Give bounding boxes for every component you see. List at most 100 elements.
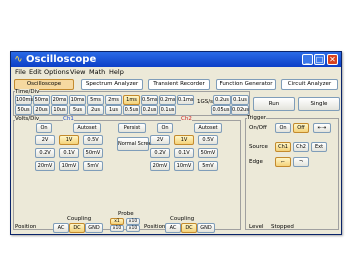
timebase-button[interactable]: 5us — [69, 105, 86, 115]
timebase-button[interactable]: 1ms — [123, 95, 140, 105]
menu-edit[interactable]: Edit — [29, 68, 42, 77]
probe-label: Probe — [118, 211, 134, 217]
ch2-volts-button[interactable]: 50mV — [198, 148, 218, 158]
ch1-volts-button[interactable]: 0.5V — [83, 135, 103, 145]
timebase-button[interactable]: 10us — [51, 105, 68, 115]
title-bar[interactable]: ∿ Oscilloscope _ □ ✕ — [11, 52, 341, 67]
trigger-source-ch2[interactable]: Ch2 — [293, 142, 309, 152]
menu-help[interactable]: Help — [109, 68, 124, 77]
ch1-volts-button[interactable]: 10mV — [59, 161, 79, 171]
ch1-probe-x10-button[interactable]: x10 — [110, 225, 124, 232]
timebase-button[interactable]: 2ms — [105, 95, 122, 105]
ch2-coupling-gnd[interactable]: GND — [197, 223, 215, 233]
timebase-button[interactable]: 50us — [15, 105, 32, 115]
timebase-button[interactable]: 0.02us — [231, 105, 249, 115]
minimize-button[interactable]: _ — [302, 54, 313, 65]
trigger-edge-label: Edge — [249, 159, 263, 165]
ch1-volts-button[interactable]: 0.1V — [59, 148, 79, 158]
tab-spectrum-analyzer[interactable]: Spectrum Analyzer — [81, 79, 143, 90]
trigger-off-button[interactable]: Off — [293, 123, 309, 133]
normal-screen-button[interactable]: Normal Screen — [117, 137, 155, 151]
ch1-volts-button[interactable]: 20mV — [35, 161, 55, 171]
ch2-coupling-dc[interactable]: DC — [181, 223, 197, 233]
ch1-coupling-gnd[interactable]: GND — [85, 223, 103, 233]
ch2-volts-button[interactable]: 5mV — [198, 161, 218, 171]
ch1-coupling-ac[interactable]: AC — [53, 223, 69, 233]
ch1-position-label: Position — [15, 224, 37, 230]
ch2-position-label: Position — [144, 224, 166, 230]
trigger-mode-icon[interactable]: ⇤⇥ — [313, 123, 331, 133]
ch1-on-button[interactable]: On — [36, 123, 52, 133]
ch1-coupling-dc[interactable]: DC — [69, 223, 85, 233]
tab-circuit-analyzer[interactable]: Circuit Analyzer — [281, 79, 338, 90]
timebase-button[interactable]: 0.5us — [123, 105, 140, 115]
ch1-volts-button[interactable]: 5mV — [83, 161, 103, 171]
ch1-volts-button[interactable]: 1V — [59, 135, 79, 145]
trigger-panel — [245, 118, 339, 230]
trigger-label: Trigger — [247, 115, 266, 122]
status-text: Stopped — [271, 224, 294, 230]
ch1-volts-button[interactable]: 2V — [35, 135, 55, 145]
ch2-volts-button[interactable]: 0.1V — [174, 148, 194, 158]
falling-edge-icon[interactable]: ¬ — [293, 157, 309, 167]
trigger-source-label: Source — [249, 144, 268, 150]
timebase-button[interactable]: 0.2us — [141, 105, 158, 115]
timebase-button[interactable]: 5ms — [87, 95, 104, 105]
timebase-button[interactable]: 0.1us — [159, 105, 176, 115]
ch2-probe-x10-button[interactable]: x10 — [126, 225, 140, 232]
ch2-on-button[interactable]: On — [157, 123, 173, 133]
trigger-source-ext[interactable]: Ext — [311, 142, 327, 152]
ch2-coupling-label: Coupling — [170, 216, 195, 222]
timebase-button[interactable]: 0.1ms — [177, 95, 194, 105]
tab-strip: Oscilloscope Spectrum Analyzer Transient… — [11, 78, 341, 90]
close-button[interactable]: ✕ — [327, 54, 338, 65]
timebase-button[interactable]: 0.2ms — [159, 95, 176, 105]
timebase-button[interactable]: 20ms — [51, 95, 68, 105]
ch2-volts-button[interactable]: 0.2V — [150, 148, 170, 158]
trigger-level-label: Level — [249, 224, 264, 230]
timebase-button[interactable]: 0.1us — [231, 95, 249, 105]
tab-transient-recorder[interactable]: Transient Recorder — [148, 79, 210, 90]
trigger-source-ch1[interactable]: Ch1 — [275, 142, 291, 152]
menu-options[interactable]: Options — [44, 68, 69, 77]
ch2-volts-button[interactable]: 0.5V — [198, 135, 218, 145]
timebase-button[interactable]: 1us — [105, 105, 122, 115]
menu-file[interactable]: File — [15, 68, 26, 77]
ch2-volts-button[interactable]: 1V — [174, 135, 194, 145]
timebase-button[interactable]: 0.05us — [211, 105, 231, 115]
oscilloscope-window: ∿ Oscilloscope _ □ ✕ File Edit Options V… — [10, 51, 342, 235]
maximize-button[interactable]: □ — [314, 54, 325, 65]
probe-x10-button[interactable]: x10 — [126, 218, 140, 225]
ch2-autoset-button[interactable]: Autoset — [194, 123, 222, 133]
window-title: Oscilloscope — [26, 54, 97, 65]
menu-bar: File Edit Options View Math Help — [11, 67, 341, 78]
tab-function-generator[interactable]: Function Generator — [216, 79, 276, 90]
timebase-button[interactable]: 0.2us — [213, 95, 231, 105]
menu-view[interactable]: View — [70, 68, 85, 77]
timebase-button[interactable]: 0.5ms — [141, 95, 158, 105]
ch1-autoset-button[interactable]: Autoset — [73, 123, 101, 133]
trigger-on-button[interactable]: On — [275, 123, 291, 133]
menu-math[interactable]: Math — [89, 68, 105, 77]
rising-edge-icon[interactable]: ⌐ — [275, 157, 291, 167]
trigger-onoff-label: On/Off — [249, 125, 267, 131]
ch2-volts-button[interactable]: 10mV — [174, 161, 194, 171]
ch2-volts-button[interactable]: 2V — [150, 135, 170, 145]
ch1-volts-button[interactable]: 50mV — [83, 148, 103, 158]
ch1-volts-button[interactable]: 0.2V — [35, 148, 55, 158]
volts-label: Volts/Div — [15, 116, 40, 123]
persist-button[interactable]: Persist — [118, 123, 146, 133]
timebase-button[interactable]: 50ms — [33, 95, 50, 105]
single-button[interactable]: Single — [298, 97, 340, 111]
ch2-label: Ch2 — [181, 116, 192, 123]
timebase-button[interactable]: 10ms — [69, 95, 86, 105]
timebase-button[interactable]: 100ms — [15, 95, 33, 105]
timebase-button[interactable]: 2us — [87, 105, 104, 115]
timebase-button[interactable]: 20us — [33, 105, 50, 115]
ch2-volts-button[interactable]: 20mV — [150, 161, 170, 171]
probe-x1-button[interactable]: x1 — [110, 218, 124, 225]
ch1-coupling-label: Coupling — [67, 216, 92, 222]
ch1-label: Ch1 — [63, 116, 74, 123]
run-button[interactable]: Run — [253, 97, 295, 111]
ch2-coupling-ac[interactable]: AC — [165, 223, 181, 233]
